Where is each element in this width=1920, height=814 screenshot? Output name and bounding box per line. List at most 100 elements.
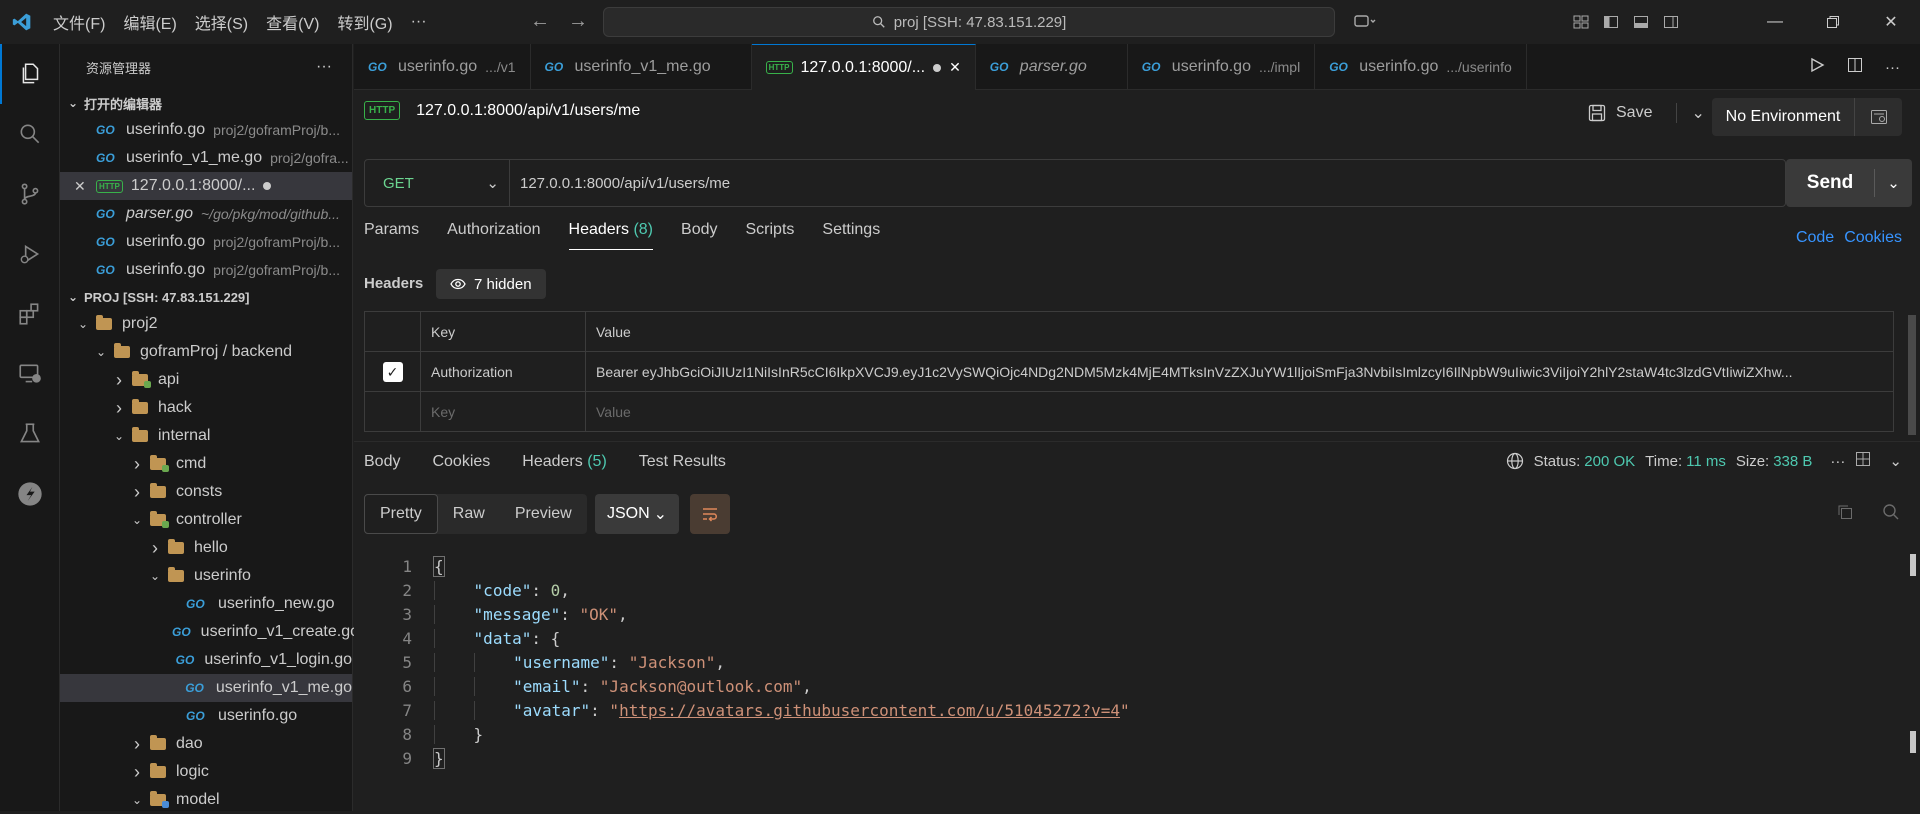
scrollbar-thumb[interactable] bbox=[1908, 315, 1916, 435]
source-control-icon[interactable] bbox=[0, 164, 60, 224]
command-center-search[interactable]: proj [SSH: 47.83.151.229] bbox=[603, 7, 1335, 37]
environment-selector[interactable]: No Environment bbox=[1712, 98, 1902, 136]
view-pretty[interactable]: Pretty bbox=[364, 494, 438, 534]
send-dropdown-chevron-icon[interactable]: ⌄ bbox=[1874, 169, 1912, 197]
menu-more[interactable]: ··· bbox=[402, 13, 436, 31]
remote-explorer-icon[interactable] bbox=[0, 344, 60, 404]
tab-body[interactable]: Body bbox=[681, 221, 717, 250]
word-wrap-icon[interactable] bbox=[690, 494, 730, 534]
code-scrollbar[interactable] bbox=[1910, 554, 1916, 753]
tree-item[interactable]: › dao bbox=[60, 730, 352, 758]
format-select[interactable]: JSON ⌄ bbox=[595, 494, 679, 534]
thunder-client-icon[interactable] bbox=[0, 464, 60, 524]
method-select[interactable]: GET ⌄ bbox=[365, 159, 510, 207]
minimize-icon[interactable]: — bbox=[1746, 0, 1804, 44]
back-arrow-icon[interactable]: ← bbox=[530, 10, 550, 33]
tree-item[interactable]: › hello bbox=[60, 534, 352, 562]
forward-arrow-icon[interactable]: → bbox=[568, 10, 588, 33]
menu-selection[interactable]: 选择(S) bbox=[186, 10, 257, 34]
resp-tab-cookies[interactable]: Cookies bbox=[432, 453, 490, 471]
save-dropdown-chevron-icon[interactable]: ⌄ bbox=[1676, 103, 1705, 123]
more-actions-icon[interactable]: ··· bbox=[1885, 59, 1900, 76]
url-input[interactable]: 127.0.0.1:8000/api/v1/users/me bbox=[510, 175, 730, 192]
menu-view[interactable]: 查看(V) bbox=[257, 10, 328, 34]
tab-settings[interactable]: Settings bbox=[822, 221, 880, 250]
more-actions-icon[interactable]: ··· bbox=[1830, 453, 1845, 470]
tree-item[interactable]: › logic bbox=[60, 758, 352, 786]
run-debug-icon[interactable] bbox=[0, 224, 60, 284]
toggle-primary-sidebar-icon[interactable] bbox=[1596, 0, 1626, 44]
tree-item[interactable]: GO userinfo_v1_create.go bbox=[60, 618, 359, 646]
customize-layout-icon[interactable] bbox=[1566, 0, 1596, 44]
open-editor-item[interactable]: GO parser.go ~/go/pkg/mod/github... bbox=[60, 200, 352, 228]
close-window-icon[interactable]: ✕ bbox=[1862, 0, 1920, 44]
save-button[interactable]: Save bbox=[1616, 104, 1652, 122]
menu-go[interactable]: 转到(G) bbox=[328, 10, 401, 34]
environment-settings-icon[interactable] bbox=[1854, 98, 1902, 136]
tree-item[interactable]: ⌄ goframProj / backend bbox=[60, 338, 352, 366]
tree-item[interactable]: › consts bbox=[60, 478, 352, 506]
tree-item[interactable]: GO userinfo_new.go bbox=[60, 590, 352, 618]
open-editor-item[interactable]: GO userinfo_v1_me.go proj2/gofra... bbox=[60, 144, 352, 172]
resp-tab-test-results[interactable]: Test Results bbox=[639, 453, 726, 471]
tab-http-request[interactable]: HTTP 127.0.0.1:8000/... ✕ bbox=[751, 44, 976, 90]
split-layout-icon[interactable] bbox=[1855, 451, 1871, 471]
response-body-code[interactable]: 1 { 2 "code": 0, 3 "message": "OK", 4 "d… bbox=[354, 554, 1894, 770]
tree-item[interactable]: ⌄ internal bbox=[60, 422, 352, 450]
close-tab-icon[interactable]: ✕ bbox=[949, 59, 961, 76]
split-editor-icon[interactable] bbox=[1847, 57, 1863, 77]
close-editor-icon[interactable]: ✕ bbox=[74, 178, 88, 195]
tree-item[interactable]: ⌄ model bbox=[60, 786, 352, 814]
search-response-icon[interactable] bbox=[1882, 503, 1900, 525]
copilot-chat-icon[interactable] bbox=[1350, 0, 1380, 44]
menu-edit[interactable]: 编辑(E) bbox=[114, 10, 185, 34]
tree-item[interactable]: › api bbox=[60, 366, 352, 394]
extensions-icon[interactable] bbox=[0, 284, 60, 344]
workspace-section[interactable]: ⌄ PROJ [SSH: 47.83.151.229] bbox=[60, 284, 352, 310]
tree-item[interactable]: ⌄ controller bbox=[60, 506, 352, 534]
open-editors-section[interactable]: ⌄ 打开的编辑器 bbox=[60, 90, 352, 116]
tree-item[interactable]: › cmd bbox=[60, 450, 352, 478]
tree-item[interactable]: GO userinfo.go bbox=[60, 702, 352, 730]
copy-icon[interactable] bbox=[1836, 503, 1854, 525]
chevron-down-icon[interactable]: ⌄ bbox=[1889, 452, 1902, 470]
toggle-panel-icon[interactable] bbox=[1626, 0, 1656, 44]
send-button[interactable]: Send ⌄ bbox=[1786, 159, 1912, 207]
explorer-icon[interactable] bbox=[0, 44, 60, 104]
run-icon[interactable] bbox=[1809, 57, 1825, 77]
cookies-link[interactable]: Cookies bbox=[1844, 229, 1902, 247]
tab-authorization[interactable]: Authorization bbox=[447, 221, 540, 250]
restore-icon[interactable] bbox=[1804, 0, 1862, 44]
tab-userinfo-v1[interactable]: GO userinfo.go .../v1 bbox=[354, 44, 531, 90]
avatar-url-link[interactable]: https://avatars.githubusercontent.com/u/… bbox=[619, 701, 1120, 720]
checkbox-checked[interactable]: ✓ bbox=[382, 361, 403, 382]
open-editor-item[interactable]: GO userinfo.go proj2/goframProj/b... bbox=[60, 116, 352, 144]
menu-file[interactable]: 文件(F) bbox=[44, 10, 114, 34]
tree-item[interactable]: GO userinfo_v1_login.go bbox=[60, 646, 352, 674]
tree-item[interactable]: ⌄ userinfo bbox=[60, 562, 352, 590]
more-actions-icon[interactable]: ··· bbox=[316, 58, 332, 76]
testing-flask-icon[interactable] bbox=[0, 404, 60, 464]
tab-headers[interactable]: Headers (8) bbox=[568, 221, 654, 250]
hidden-headers-toggle[interactable]: 7 hidden bbox=[436, 269, 546, 299]
new-value-input[interactable]: Value bbox=[585, 391, 1894, 432]
resp-tab-body[interactable]: Body bbox=[364, 453, 400, 471]
open-editor-item[interactable]: GO userinfo.go proj2/goframProj/b... bbox=[60, 256, 352, 284]
open-editor-item[interactable]: GO userinfo.go proj2/goframProj/b... bbox=[60, 228, 352, 256]
tab-params[interactable]: Params bbox=[364, 221, 419, 250]
header-key-input[interactable]: Authorization bbox=[420, 351, 586, 392]
tab-scripts[interactable]: Scripts bbox=[745, 221, 794, 250]
code-link[interactable]: Code bbox=[1796, 229, 1834, 247]
view-preview[interactable]: Preview bbox=[500, 494, 587, 534]
tab-parser[interactable]: GO parser.go bbox=[976, 44, 1128, 90]
tab-userinfo-v1-me[interactable]: GO userinfo_v1_me.go bbox=[531, 44, 752, 90]
toggle-secondary-sidebar-icon[interactable] bbox=[1656, 0, 1686, 44]
search-view-icon[interactable] bbox=[0, 104, 60, 164]
tab-userinfo-impl[interactable]: GO userinfo.go .../impl bbox=[1128, 44, 1316, 90]
open-editor-item-active[interactable]: ✕ HTTP 127.0.0.1:8000/... bbox=[60, 172, 352, 200]
tree-item[interactable]: ⌄ proj2 bbox=[60, 310, 352, 338]
tree-item[interactable]: GO userinfo_v1_me.go bbox=[60, 674, 352, 702]
new-key-input[interactable]: Key bbox=[420, 391, 586, 432]
scrollbar[interactable] bbox=[1908, 301, 1918, 451]
header-value-input[interactable]: Bearer eyJhbGciOiJIUzI1NiIsInR5cCI6IkpXV… bbox=[585, 351, 1894, 392]
